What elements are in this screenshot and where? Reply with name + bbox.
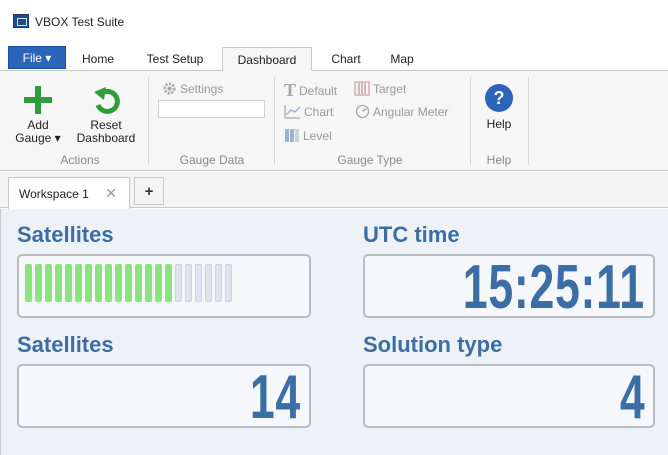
tab-dashboard[interactable]: Dashboard [222, 47, 312, 72]
ribbon-separator [148, 77, 149, 165]
utc-time-value: 15:25:11 [463, 253, 645, 322]
dashboard-area: Satellites UTC time 15:25:11 Satellites … [0, 209, 668, 455]
angular-meter-button[interactable]: Angular Meter [355, 104, 448, 119]
satellites-value: 14 [249, 363, 301, 432]
help-group-label: Help [486, 153, 512, 167]
level-bar-filled [55, 264, 62, 302]
satellites-bar-label: Satellites [17, 222, 114, 247]
window-title: VBOX Test Suite [35, 15, 125, 29]
satellites-level-gauge[interactable] [17, 254, 311, 318]
ribbon-separator [470, 77, 471, 165]
level-bar-filled [45, 264, 52, 302]
gauge-data-field[interactable] [158, 100, 265, 118]
level-bar-empty [225, 264, 232, 302]
help-icon: ? [485, 84, 513, 112]
file-menu-button[interactable]: File ▾ [8, 46, 66, 69]
angular-meter-label: Angular Meter [373, 104, 449, 119]
undo-icon [94, 87, 120, 114]
level-bar-filled [85, 264, 92, 302]
level-bar-filled [95, 264, 102, 302]
level-bar-empty [175, 264, 182, 302]
level-bar-filled [105, 264, 112, 302]
level-bar-filled [25, 264, 32, 302]
satellites-gauge[interactable]: 14 [17, 363, 311, 432]
title-bar: VBOX Test Suite [0, 0, 668, 42]
chart-label: Chart [304, 104, 334, 119]
chart-gauge-button[interactable]: Chart [284, 104, 333, 119]
level-icon [285, 129, 299, 142]
level-bar-filled [145, 264, 152, 302]
solution-type-gauge[interactable]: 4 [363, 363, 655, 432]
help-button[interactable]: ? Help [480, 83, 518, 131]
level-bar-filled [125, 264, 132, 302]
solution-type-value: 4 [619, 363, 645, 432]
gauge-type-group-label: Gauge Type [337, 153, 403, 167]
settings-label: Settings [180, 81, 224, 96]
app-icon [13, 14, 29, 28]
utc-time-label: UTC time [363, 222, 460, 247]
level-bar-empty [205, 264, 212, 302]
svg-text:?: ? [494, 88, 505, 108]
level-bar-filled [135, 264, 142, 302]
ribbon-panel: Add Gauge ▾ Reset Dashboard Actions Sett… [0, 71, 668, 171]
target-gauge-button[interactable]: Target [354, 81, 406, 96]
gauge-meter-icon [355, 104, 370, 119]
tab-map[interactable]: Map [380, 47, 424, 71]
settings-button[interactable]: Settings [162, 81, 223, 96]
reset-label-2: Dashboard [76, 131, 136, 145]
add-gauge-button[interactable]: Add Gauge ▾ [10, 83, 66, 145]
level-bar-filled [155, 264, 162, 302]
gear-icon [163, 82, 176, 95]
actions-group-label: Actions [60, 153, 100, 167]
add-gauge-label-2: Gauge ▾ [15, 131, 61, 145]
add-icon [24, 86, 52, 114]
default-label: Default [299, 83, 338, 98]
help-label: Help [486, 117, 512, 131]
gauge-data-group-label: Gauge Data [179, 153, 245, 167]
tab-test-setup[interactable]: Test Setup [135, 47, 215, 71]
level-bar-filled [165, 264, 172, 302]
workspace-tab-1[interactable]: Workspace 1 ✕ [8, 177, 130, 209]
tab-chart[interactable]: Chart [322, 47, 370, 71]
utc-time-gauge[interactable]: 15:25:11 [363, 253, 655, 322]
reset-dashboard-button[interactable]: Reset Dashboard [72, 83, 140, 145]
ribbon-separator [274, 77, 275, 165]
tab-home[interactable]: Home [74, 47, 122, 71]
level-label: Level [303, 128, 332, 143]
default-gauge-button[interactable]: T Default [284, 80, 337, 101]
level-bar-empty [215, 264, 222, 302]
level-gauge-button[interactable]: Level [284, 128, 332, 143]
level-bar-empty [195, 264, 202, 302]
level-bar-empty [185, 264, 192, 302]
target-label: Target [373, 81, 407, 96]
workspace-tab-label: Workspace 1 [19, 186, 89, 201]
level-bar-filled [115, 264, 122, 302]
solution-type-label: Solution type [363, 332, 503, 357]
satellite-bars [25, 264, 232, 302]
text-t-icon: T [284, 80, 297, 100]
workspace-tab-bar: Workspace 1 ✕ + [0, 172, 668, 209]
ribbon-separator [528, 77, 529, 165]
satellites-label: Satellites [17, 332, 114, 357]
level-bar-filled [65, 264, 72, 302]
line-chart-icon [284, 105, 301, 119]
target-icon [354, 81, 370, 96]
level-bar-filled [75, 264, 82, 302]
close-icon[interactable]: ✕ [105, 185, 117, 202]
level-bar-filled [35, 264, 42, 302]
ribbon-tab-row: File ▾ Home Test Setup Dashboard Chart M… [0, 44, 668, 72]
add-workspace-button[interactable]: + [134, 177, 164, 205]
